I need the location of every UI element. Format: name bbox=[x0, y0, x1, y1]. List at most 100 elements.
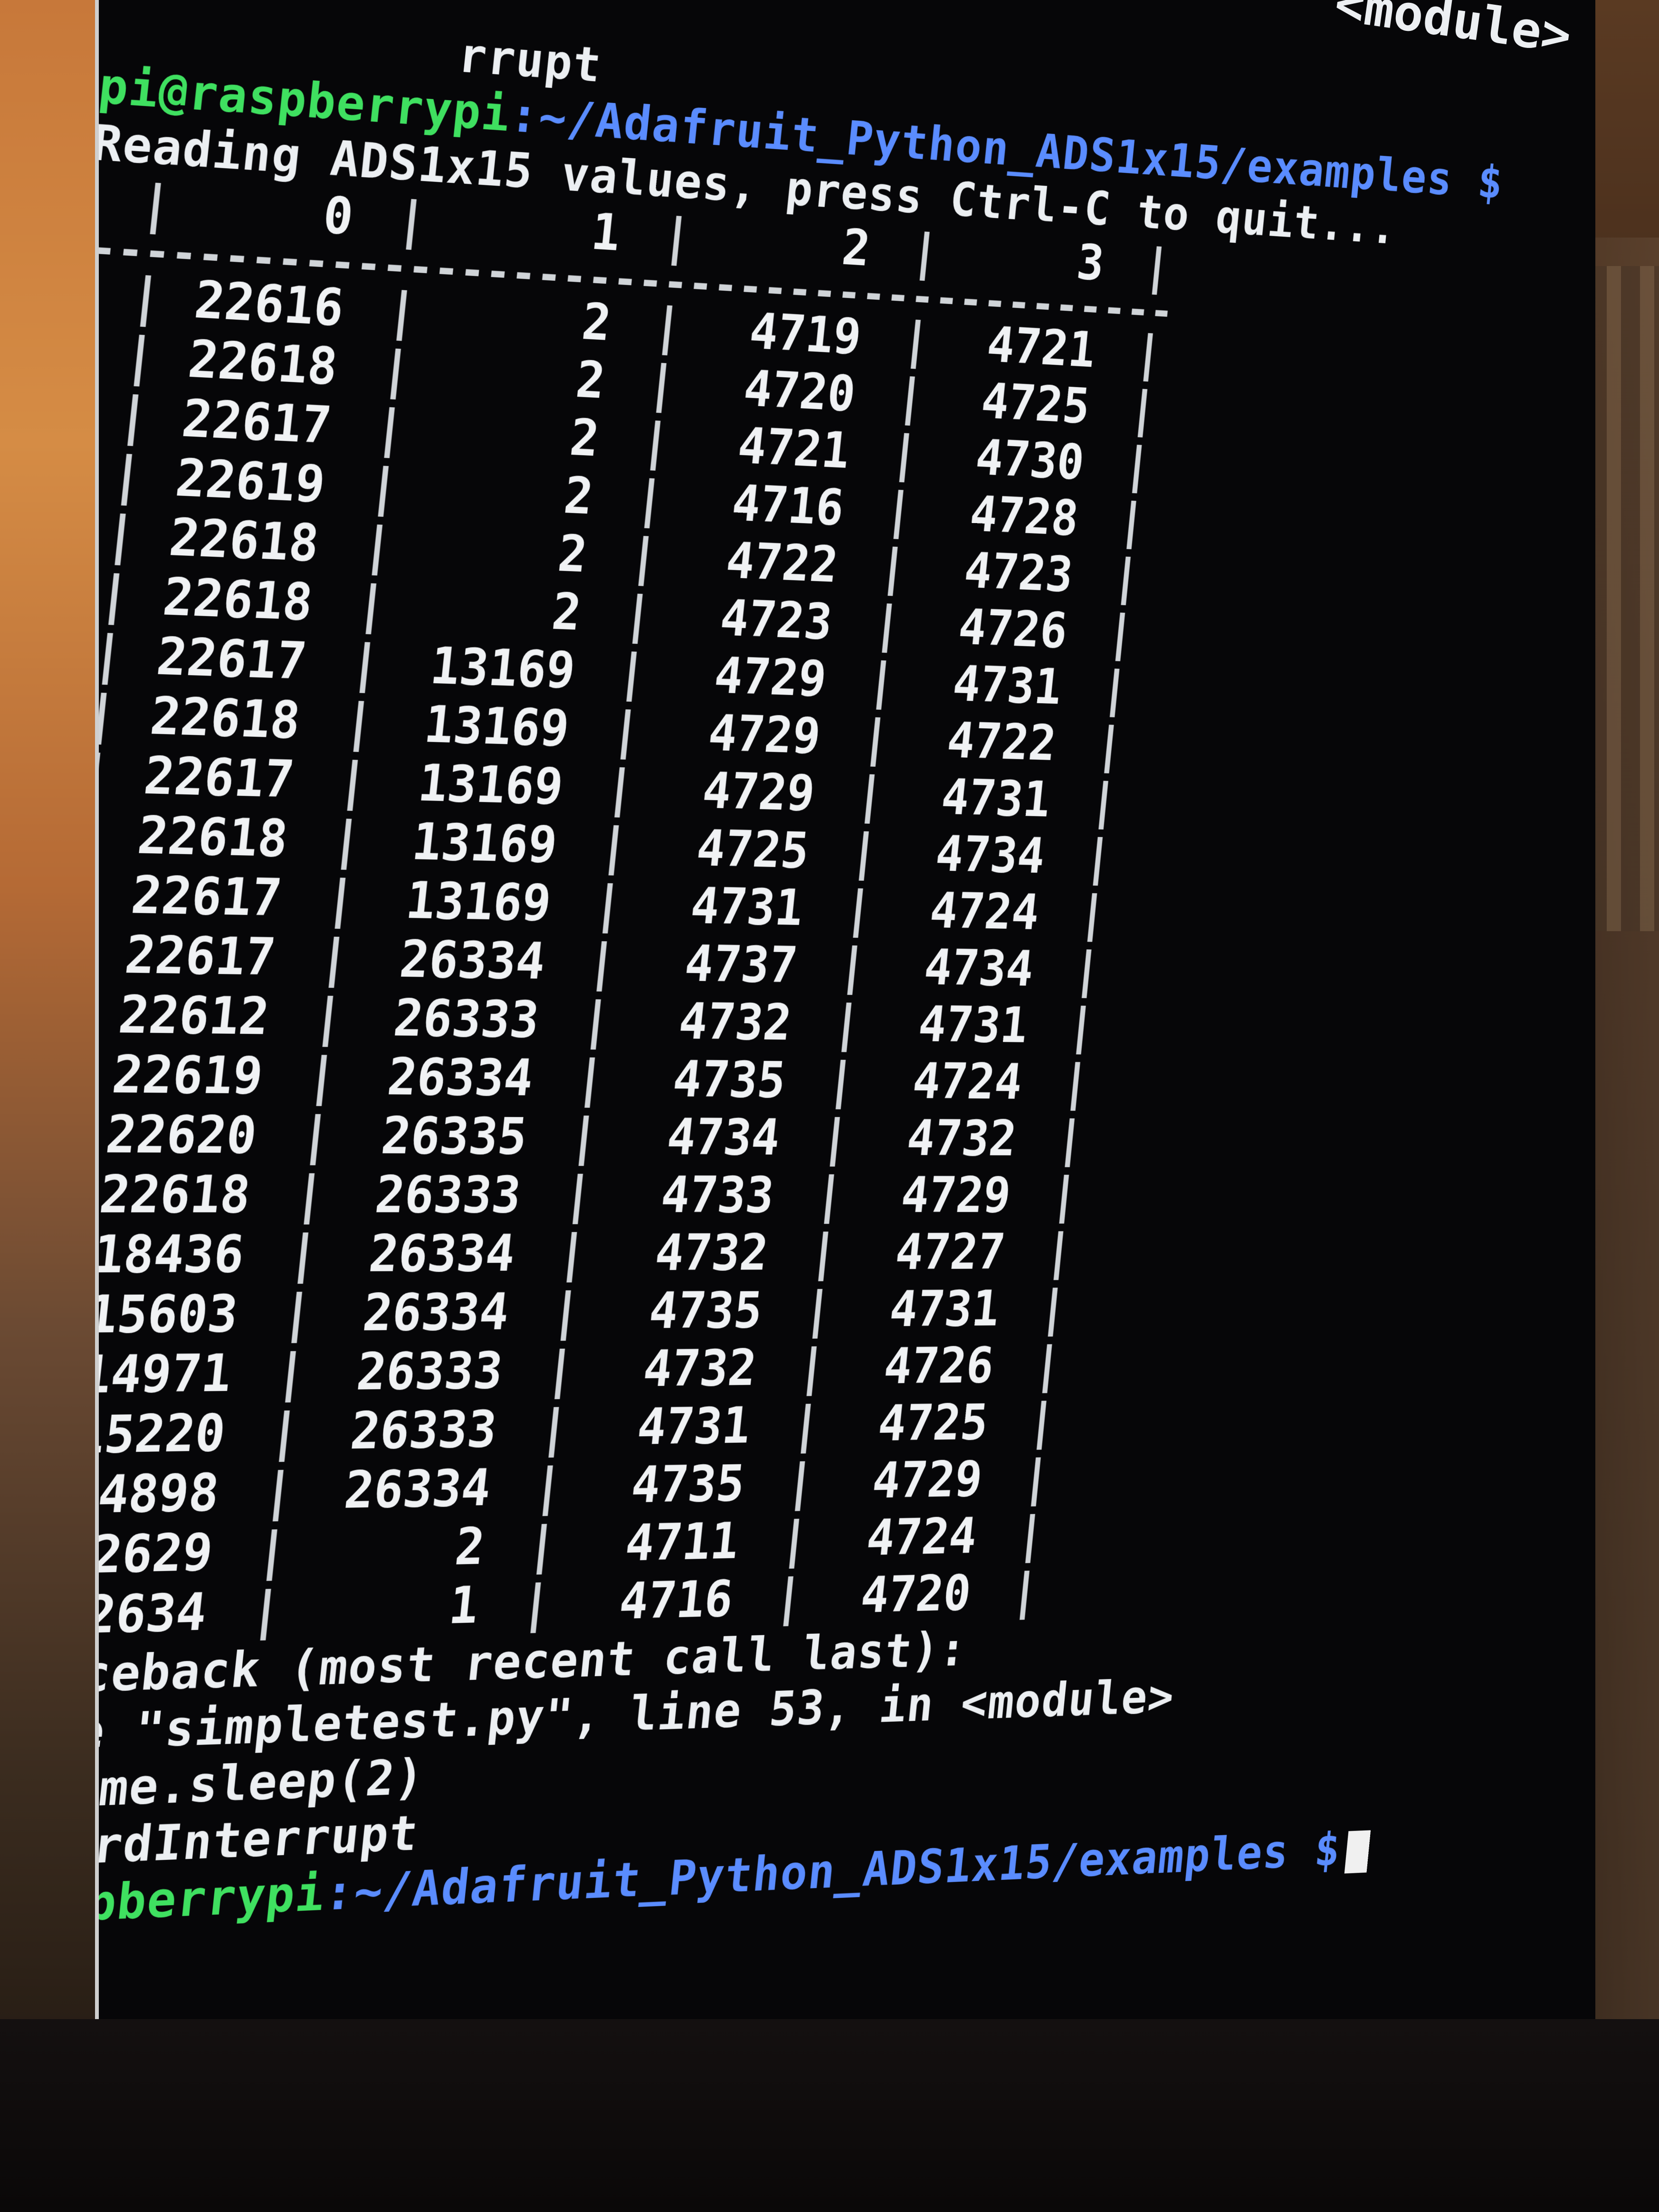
table-cell-col-0: 22618 bbox=[160, 567, 315, 632]
table-cell-col-3: 4723 bbox=[962, 543, 1076, 603]
text-cursor[interactable] bbox=[1344, 1830, 1371, 1874]
table-cell-col-3: 4728 bbox=[967, 486, 1081, 547]
table-cell-col-2: 4732 bbox=[640, 1339, 759, 1398]
table-cell-col-3: 4730 bbox=[973, 429, 1087, 491]
table-cell-col-2: 4723 bbox=[717, 590, 835, 651]
table-cell-col-0: 22618 bbox=[147, 686, 303, 751]
table-cell-col-0: 22617 bbox=[141, 746, 297, 810]
table-cell-col-0: 22620 bbox=[103, 1105, 260, 1165]
table-row: |18436|26334|4732|4727| bbox=[95, 1224, 1082, 1286]
table-cell-col-3: 4724 bbox=[910, 1053, 1025, 1111]
table-cell-col-1: 13169 bbox=[403, 871, 554, 933]
table-cell-col-3: 4732 bbox=[904, 1110, 1019, 1167]
table-cell-col-0: 22617 bbox=[128, 866, 285, 928]
table-cell-col-2: 4735 bbox=[629, 1455, 747, 1515]
table-row: |15603|26334|4735|4731| bbox=[95, 1280, 1077, 1346]
table-cell-col-0: 22619 bbox=[109, 1045, 266, 1106]
table-cell-col-2: 4716 bbox=[617, 1570, 736, 1631]
table-cell-col-0: 22617 bbox=[153, 627, 309, 691]
table-cell-col-3: 4729 bbox=[898, 1167, 1013, 1224]
top-fragment: rrupt bbox=[456, 26, 605, 94]
table-cell-col-1: 26333 bbox=[372, 1166, 524, 1225]
table-cell-col-3: 4722 bbox=[944, 712, 1058, 772]
table-cell-col-0: 18436 bbox=[95, 1225, 247, 1285]
table-cell-col-2: 4734 bbox=[664, 1108, 782, 1167]
background-wall bbox=[0, 0, 109, 2212]
final-prompt-user: pi@raspberrypi bbox=[95, 1864, 328, 1941]
table-cell-col-1: 26334 bbox=[397, 930, 548, 991]
table-cell-col-1: 26334 bbox=[360, 1283, 512, 1343]
table-cell-col-1: 26335 bbox=[378, 1106, 530, 1166]
table-cell-col-0: 14898 bbox=[95, 1463, 222, 1526]
table-cell-col-0: 22619 bbox=[172, 448, 328, 515]
table-cell-col-2: 4731 bbox=[634, 1397, 753, 1457]
table-cell-col-1: 2 bbox=[561, 467, 596, 526]
table-cell-col-1: 26334 bbox=[341, 1459, 494, 1520]
table-cell-col-0: 14971 bbox=[95, 1344, 235, 1405]
table-cell-col-2: 4720 bbox=[741, 360, 858, 423]
table-cell-col-2: 4732 bbox=[652, 1224, 771, 1282]
table-cell-col-3: 4731 bbox=[939, 769, 1053, 829]
table-cell-col-1: 1 bbox=[446, 1576, 482, 1636]
table-cell-col-3: 4726 bbox=[956, 599, 1070, 659]
table-cell-col-1: 2 bbox=[567, 409, 602, 468]
table-cell-col-2: 4735 bbox=[647, 1282, 765, 1340]
table-cell-col-2: 4722 bbox=[723, 532, 841, 594]
table-cell-col-3: 4729 bbox=[870, 1451, 985, 1510]
table-cell-col-1: 2 bbox=[555, 525, 590, 584]
table-cell-col-0: 22617 bbox=[179, 389, 334, 456]
table-cell-col-1: 2 bbox=[549, 583, 584, 642]
table-cell-col-1: 26333 bbox=[391, 989, 542, 1049]
table-cell-col-3: 4727 bbox=[893, 1224, 1008, 1281]
terminal-window[interactable]: <module> rrupt pi@raspberrypi:~/Adafruit… bbox=[95, 0, 1595, 2023]
table-cell-col-0: 22612 bbox=[115, 985, 272, 1047]
table-cell-col-0: 22629 bbox=[95, 1523, 216, 1586]
table-cell-col-2: 4725 bbox=[694, 820, 812, 880]
table-cell-col-0: 15603 bbox=[95, 1284, 241, 1345]
table-row: |22619|26334|4735|4724| bbox=[99, 1044, 1099, 1111]
table-cell-col-3: 4734 bbox=[922, 939, 1036, 998]
table-cell-col-2: 4737 bbox=[682, 935, 800, 994]
table-cell-col-0: 22617 bbox=[122, 925, 278, 987]
table-row: |22620|26335|4734|4732| bbox=[99, 1105, 1094, 1168]
table-cell-col-1: 13169 bbox=[409, 813, 560, 875]
top-right-module-fragment: <module> bbox=[1331, 0, 1575, 65]
table-cell-col-3: 4734 bbox=[933, 826, 1048, 885]
table-cell-col-2: 4732 bbox=[676, 993, 794, 1052]
table-cell-col-0: 22618 bbox=[134, 806, 291, 869]
table-cell-col-3: 4720 bbox=[858, 1564, 973, 1624]
table-cell-col-2: 4711 bbox=[622, 1512, 742, 1573]
table-cell-col-3: 4731 bbox=[950, 656, 1064, 715]
table-cell-col-1: 26334 bbox=[384, 1048, 536, 1107]
table-cell-col-3: 4726 bbox=[881, 1337, 996, 1395]
table-cell-col-0: 22634 bbox=[95, 1583, 210, 1646]
table-cell-col-2: 4729 bbox=[712, 647, 830, 708]
table-cell-col-2: 4731 bbox=[688, 877, 806, 937]
table-cell-col-1: 2 bbox=[452, 1517, 487, 1577]
table-cell-col-1: 13169 bbox=[421, 696, 572, 758]
table-cell-col-1: 13169 bbox=[415, 754, 566, 816]
table-cell-col-1: 13169 bbox=[428, 637, 578, 700]
table-cell-col-3: 4725 bbox=[979, 373, 1092, 435]
table-cell-col-3: 4724 bbox=[864, 1507, 979, 1567]
table-cell-col-2: 4729 bbox=[700, 762, 818, 822]
table-body: | 22616 | 2 | 4719 | 4721 | | 22618 | 2 | 4720 | 4725 | | 2… bbox=[95, 264, 1172, 1649]
table-cell-col-3: 4731 bbox=[915, 996, 1030, 1054]
table-cell-col-3: 4731 bbox=[887, 1280, 1002, 1338]
table-cell-col-1: 26333 bbox=[353, 1342, 506, 1402]
table-row: |22618|26333|4733|4729| bbox=[96, 1165, 1088, 1225]
table-cell-col-0: 22618 bbox=[166, 508, 322, 573]
table-cell-col-1: 26334 bbox=[366, 1224, 518, 1284]
table-cell-col-2: 4729 bbox=[706, 705, 823, 765]
monitor-bezel bbox=[0, 2019, 1659, 2212]
table-cell-col-0: 22618 bbox=[185, 330, 341, 397]
table-cell-col-3: 4724 bbox=[927, 882, 1042, 941]
table-cell-col-1: 2 bbox=[573, 351, 608, 410]
table-cell-col-2: 4721 bbox=[735, 417, 852, 480]
table-cell-col-3: 4725 bbox=[876, 1394, 991, 1453]
table-cell-col-0: 15220 bbox=[95, 1403, 229, 1466]
table-cell-col-2: 4735 bbox=[670, 1050, 789, 1109]
terminal-content: rrupt pi@raspberrypi:~/Adafruit_Python_A… bbox=[95, 0, 1506, 1941]
table-cell-col-2: 4716 bbox=[729, 475, 847, 537]
table-cell-col-0: 22618 bbox=[96, 1165, 253, 1225]
